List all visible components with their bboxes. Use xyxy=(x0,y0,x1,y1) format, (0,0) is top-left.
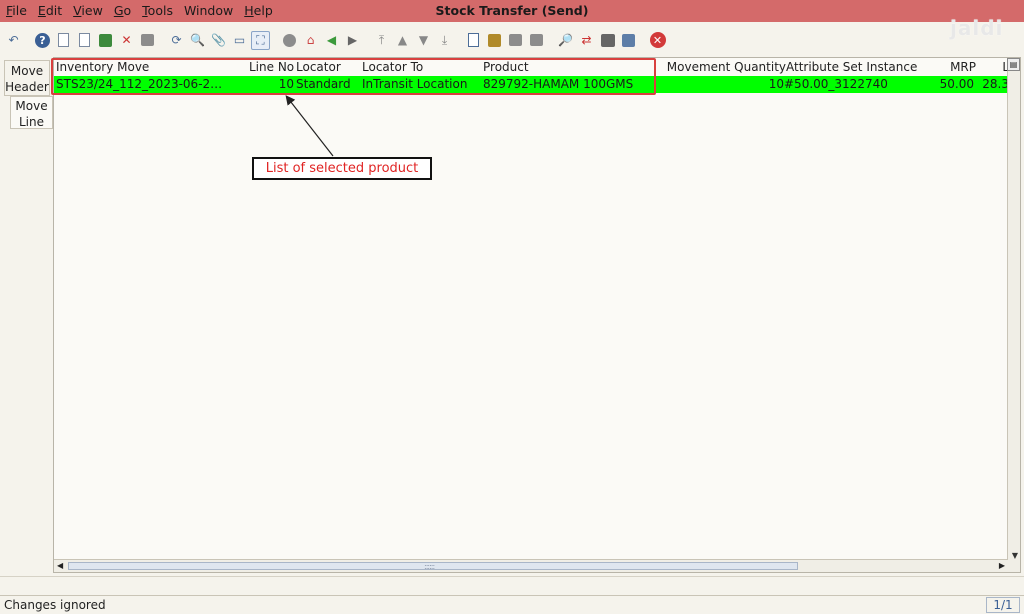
separator-bar xyxy=(0,576,1024,594)
menu-go[interactable]: Go xyxy=(108,0,136,22)
cell-last[interactable]: 28.3 xyxy=(978,76,1009,93)
product-info-icon[interactable] xyxy=(619,31,638,50)
scroll-down-icon[interactable]: ▼ xyxy=(1012,551,1018,560)
new-record-icon[interactable] xyxy=(54,31,73,50)
history-icon[interactable] xyxy=(280,31,299,50)
menu-tools[interactable]: Tools xyxy=(136,0,178,22)
first-record-icon[interactable]: ⤒ xyxy=(372,31,391,50)
archive-icon[interactable] xyxy=(485,31,504,50)
previous-record-icon[interactable]: ▲ xyxy=(393,31,412,50)
title-bar: File Edit View Go Tools Window Help Stoc… xyxy=(0,0,1024,22)
menu-file[interactable]: File xyxy=(0,0,32,22)
horizontal-scrollbar[interactable]: ◀ :::::: ▶ xyxy=(54,559,1008,572)
col-mrp[interactable]: MRP xyxy=(936,59,976,75)
col-movement-quantity[interactable]: Movement Quantity xyxy=(666,59,786,75)
refresh-icon[interactable]: ⟳ xyxy=(167,31,186,50)
menu-window[interactable]: Window xyxy=(178,0,238,22)
menu-bar: File Edit View Go Tools Window Help xyxy=(0,0,278,22)
print-icon[interactable] xyxy=(527,31,546,50)
scroll-grip-icon: :::::: xyxy=(424,562,435,571)
scroll-left-icon[interactable]: ◀ xyxy=(57,561,63,570)
cell-mrp[interactable]: 50.00 xyxy=(934,76,974,93)
status-bar: Changes ignored 1/1 xyxy=(0,595,1024,614)
menu-edit[interactable]: Edit xyxy=(32,0,67,22)
home-icon[interactable]: ⌂ xyxy=(301,31,320,50)
report-icon[interactable] xyxy=(464,31,483,50)
selected-product-highlight xyxy=(51,58,656,95)
cell-attribute-set-instance[interactable]: #50.00_3122740 xyxy=(784,76,934,93)
delete-record-icon[interactable] xyxy=(96,31,115,50)
delete-selection-icon[interactable]: ✕ xyxy=(117,31,136,50)
col-last[interactable]: L xyxy=(984,59,1009,75)
zoom-across-icon[interactable]: 🔎 xyxy=(556,31,575,50)
grid-toggle-icon[interactable]: ⛶ xyxy=(251,30,270,50)
status-message: Changes ignored xyxy=(4,598,106,612)
cell-movement-quantity[interactable]: 10 xyxy=(666,76,784,93)
workflow-icon[interactable]: ⇄ xyxy=(577,31,596,50)
close-window-icon[interactable]: ✕ xyxy=(648,31,667,50)
move-line-grid: Inventory Move Line No Locator Locator T… xyxy=(53,57,1021,573)
attachment-icon[interactable]: 📎 xyxy=(209,31,228,50)
detail-record-icon[interactable]: ▶ xyxy=(343,31,362,50)
jaldi-logo: jaldi xyxy=(950,16,1004,40)
tab-move-line[interactable]: Move Line xyxy=(10,96,53,129)
tab-move-header[interactable]: Move Header xyxy=(4,60,50,96)
toolbar: ↶ ? ✕ ⟳ 🔍 📎 ▭ ⛶ ⌂ ◀ ▶ ⤒ ▲ ▼ ⤓ 🔎 ⇄ ✕ xyxy=(0,24,1024,56)
copy-record-icon[interactable] xyxy=(75,31,94,50)
print-preview-icon[interactable] xyxy=(506,31,525,50)
undo-icon[interactable]: ↶ xyxy=(4,31,23,50)
col-attribute-set-instance[interactable]: Attribute Set Instance xyxy=(786,59,936,75)
save-icon[interactable] xyxy=(138,31,157,50)
menu-help[interactable]: Help xyxy=(238,0,278,22)
annotation-callout: List of selected product xyxy=(252,157,432,180)
help-icon[interactable]: ? xyxy=(33,31,52,50)
last-record-icon[interactable]: ⤓ xyxy=(435,31,454,50)
column-menu-icon[interactable]: ▤ xyxy=(1007,58,1020,71)
vertical-scrollbar[interactable]: ▤ ▼ xyxy=(1007,58,1020,572)
record-count[interactable]: 1/1 xyxy=(986,597,1020,613)
menu-view[interactable]: View xyxy=(67,0,108,22)
next-record-icon[interactable]: ▼ xyxy=(414,31,433,50)
parent-record-icon[interactable]: ◀ xyxy=(322,31,341,50)
request-icon[interactable] xyxy=(598,31,617,50)
scroll-right-icon[interactable]: ▶ xyxy=(999,561,1005,570)
find-icon[interactable]: 🔍 xyxy=(188,31,207,50)
chat-icon[interactable]: ▭ xyxy=(230,31,249,50)
